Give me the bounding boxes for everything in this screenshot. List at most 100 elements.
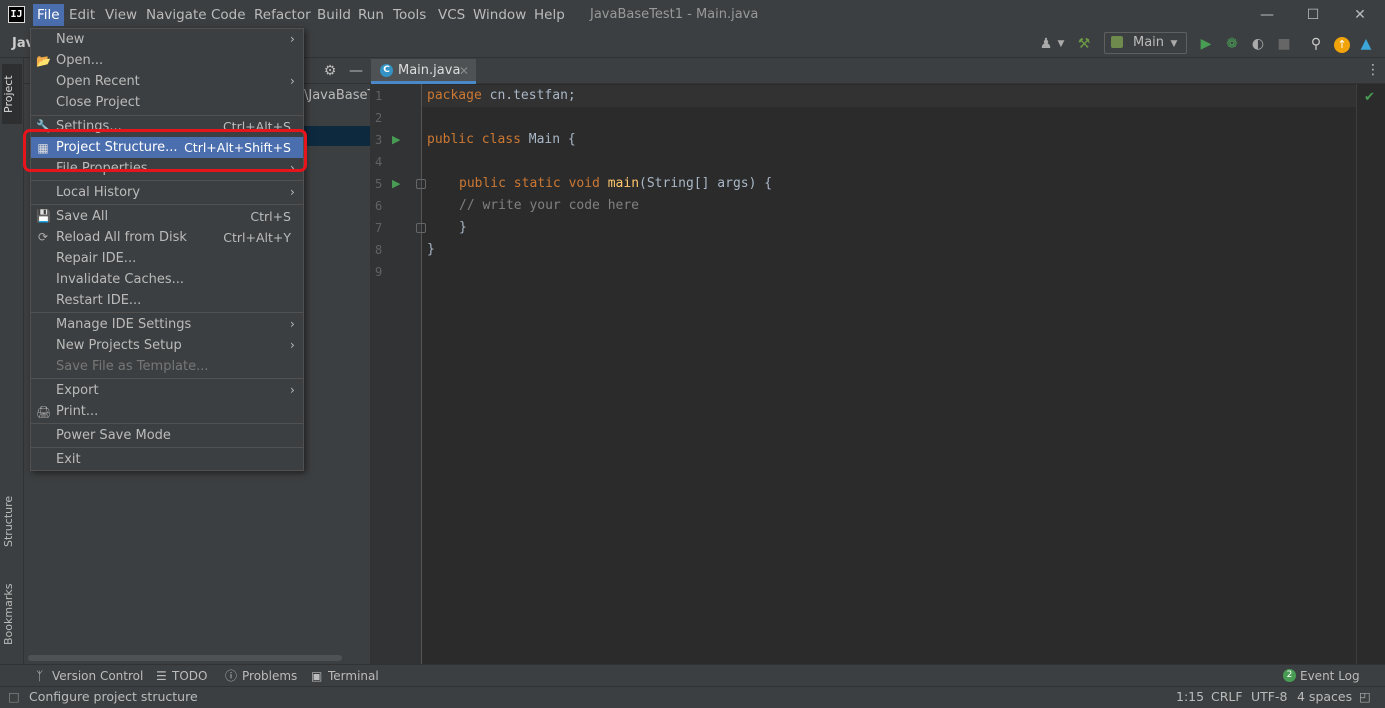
menu-view[interactable]: View xyxy=(101,4,141,26)
plugin-icon[interactable]: ▲ xyxy=(1356,34,1376,54)
run-config-label: Main xyxy=(1133,35,1165,50)
menu-invalidate-caches[interactable]: Invalidate Caches... xyxy=(56,269,184,290)
todo-icon[interactable]: ☰ xyxy=(156,666,167,686)
fold-icon[interactable] xyxy=(416,223,426,233)
editor-tab-bar xyxy=(370,58,1385,84)
no-problems-check-icon[interactable]: ✔ xyxy=(1364,90,1375,105)
menu-window[interactable]: Window xyxy=(469,4,530,26)
hide-panel-icon[interactable]: — xyxy=(346,61,366,81)
minimize-button[interactable]: — xyxy=(1244,0,1290,30)
build-hammer-icon[interactable]: ⚒ xyxy=(1074,34,1094,54)
gear-icon[interactable]: ⚙ xyxy=(320,61,340,81)
project-selected-row[interactable] xyxy=(304,126,370,146)
structure-tool-tab[interactable]: Structure xyxy=(2,486,22,556)
maximize-button[interactable]: ☐ xyxy=(1290,0,1336,30)
search-icon[interactable]: ⚲ xyxy=(1306,34,1326,54)
menu-refactor[interactable]: Refactor xyxy=(250,4,315,26)
menu-close-project[interactable]: Close Project xyxy=(56,92,140,113)
tab-close-icon[interactable]: ✕ xyxy=(459,62,469,80)
run-config-chevron-icon[interactable]: ▼ xyxy=(1164,34,1184,54)
menu-separator xyxy=(31,423,303,424)
menu-separator xyxy=(31,312,303,313)
menu-restart-ide[interactable]: Restart IDE... xyxy=(56,290,141,311)
submenu-arrow-icon: › xyxy=(290,338,295,352)
code-function: main xyxy=(607,176,640,191)
todo-tab[interactable]: TODO xyxy=(172,666,207,686)
code-text: (String[] args) { xyxy=(639,176,773,191)
run-gutter-icon[interactable]: ▶ xyxy=(392,134,404,146)
fold-icon[interactable] xyxy=(416,179,426,189)
more-options-icon[interactable]: ⋮ xyxy=(1366,62,1380,78)
line-number: 1 xyxy=(375,89,383,103)
menu-new-projects-setup[interactable]: New Projects Setup xyxy=(56,335,182,356)
menu-print[interactable]: Print... xyxy=(56,401,98,422)
editor-scrollbar[interactable] xyxy=(1356,84,1357,664)
run-icon[interactable]: ▶ xyxy=(1196,34,1216,54)
problems-tab[interactable]: Problems xyxy=(242,666,297,686)
bookmarks-tool-tab[interactable]: Bookmarks xyxy=(2,574,22,654)
coverage-icon[interactable]: ◐ xyxy=(1248,34,1268,54)
menu-separator xyxy=(31,204,303,205)
submenu-arrow-icon: › xyxy=(290,317,295,331)
save-all-shortcut: Ctrl+S xyxy=(250,209,291,224)
debug-icon[interactable]: ❁ xyxy=(1222,34,1242,54)
menu-power-save-mode[interactable]: Power Save Mode xyxy=(56,425,171,446)
project-path: \JavaBaseT xyxy=(304,88,376,103)
menu-navigate[interactable]: Navigate xyxy=(142,4,211,26)
user-dropdown-chevron-icon[interactable]: ▼ xyxy=(1051,34,1071,54)
submenu-arrow-icon: › xyxy=(290,32,295,46)
version-control-icon[interactable]: ᛉ xyxy=(36,666,43,686)
reload-icon: ⟳ xyxy=(37,230,49,244)
run-gutter-icon[interactable]: ▶ xyxy=(392,178,404,190)
menu-code[interactable]: Code xyxy=(207,4,250,26)
caret-position[interactable]: 1:15 xyxy=(1176,688,1204,706)
update-icon[interactable]: ↑ xyxy=(1332,34,1352,54)
java-class-icon: C xyxy=(380,64,393,77)
menu-help[interactable]: Help xyxy=(530,4,569,26)
stop-icon[interactable]: ■ xyxy=(1274,34,1294,54)
menu-repair-ide[interactable]: Repair IDE... xyxy=(56,248,136,269)
project-scrollbar[interactable] xyxy=(28,655,342,661)
code-keyword: public class xyxy=(427,132,521,147)
menu-open-recent[interactable]: Open Recent xyxy=(56,71,140,92)
menu-run[interactable]: Run xyxy=(354,4,388,26)
folder-open-icon: 📂 xyxy=(36,54,51,68)
indent-setting[interactable]: 4 spaces xyxy=(1297,688,1352,706)
menu-local-history[interactable]: Local History xyxy=(56,182,140,203)
event-log-tab[interactable]: Event Log xyxy=(1300,666,1360,686)
menu-exit[interactable]: Exit xyxy=(56,449,81,470)
menu-new[interactable]: New xyxy=(56,29,84,50)
project-tool-tab[interactable]: Project xyxy=(2,64,22,124)
code-line-8: } xyxy=(427,242,435,257)
menu-file[interactable]: File xyxy=(33,4,64,26)
menu-save-all[interactable]: Save All xyxy=(56,206,108,227)
tab-main-java-label: Main.java xyxy=(398,63,461,78)
reload-shortcut: Ctrl+Alt+Y xyxy=(223,230,291,245)
menu-open[interactable]: Open... xyxy=(56,50,103,71)
problems-icon[interactable]: ⓘ xyxy=(225,666,237,686)
version-control-tab[interactable]: Version Control xyxy=(52,666,143,686)
close-button[interactable]: ✕ xyxy=(1337,0,1383,30)
menu-build[interactable]: Build xyxy=(313,4,355,26)
menu-reload[interactable]: Reload All from Disk xyxy=(56,227,187,248)
code-line-6: // write your code here xyxy=(459,198,640,213)
terminal-icon[interactable]: ▣ xyxy=(311,666,322,686)
line-number: 5 xyxy=(375,177,383,191)
line-number: 3 xyxy=(375,133,383,147)
status-toggle-icon[interactable]: □ xyxy=(8,688,20,706)
file-encoding[interactable]: UTF-8 xyxy=(1251,688,1287,706)
submenu-arrow-icon: › xyxy=(290,383,295,397)
menu-manage-ide-settings[interactable]: Manage IDE Settings xyxy=(56,314,191,335)
lock-icon[interactable]: ◰ xyxy=(1359,688,1371,706)
code-editor[interactable] xyxy=(422,84,1385,664)
line-separator[interactable]: CRLF xyxy=(1211,688,1243,706)
menu-edit[interactable]: Edit xyxy=(65,4,99,26)
annotation-highlight-box xyxy=(23,129,307,172)
printer-icon: 🖨 xyxy=(36,405,52,419)
menu-vcs[interactable]: VCS xyxy=(434,4,469,26)
terminal-tab[interactable]: Terminal xyxy=(328,666,379,686)
menu-export[interactable]: Export xyxy=(56,380,99,401)
menu-tools[interactable]: Tools xyxy=(389,4,430,26)
line-number: 2 xyxy=(375,111,383,125)
submenu-arrow-icon: › xyxy=(290,74,295,88)
